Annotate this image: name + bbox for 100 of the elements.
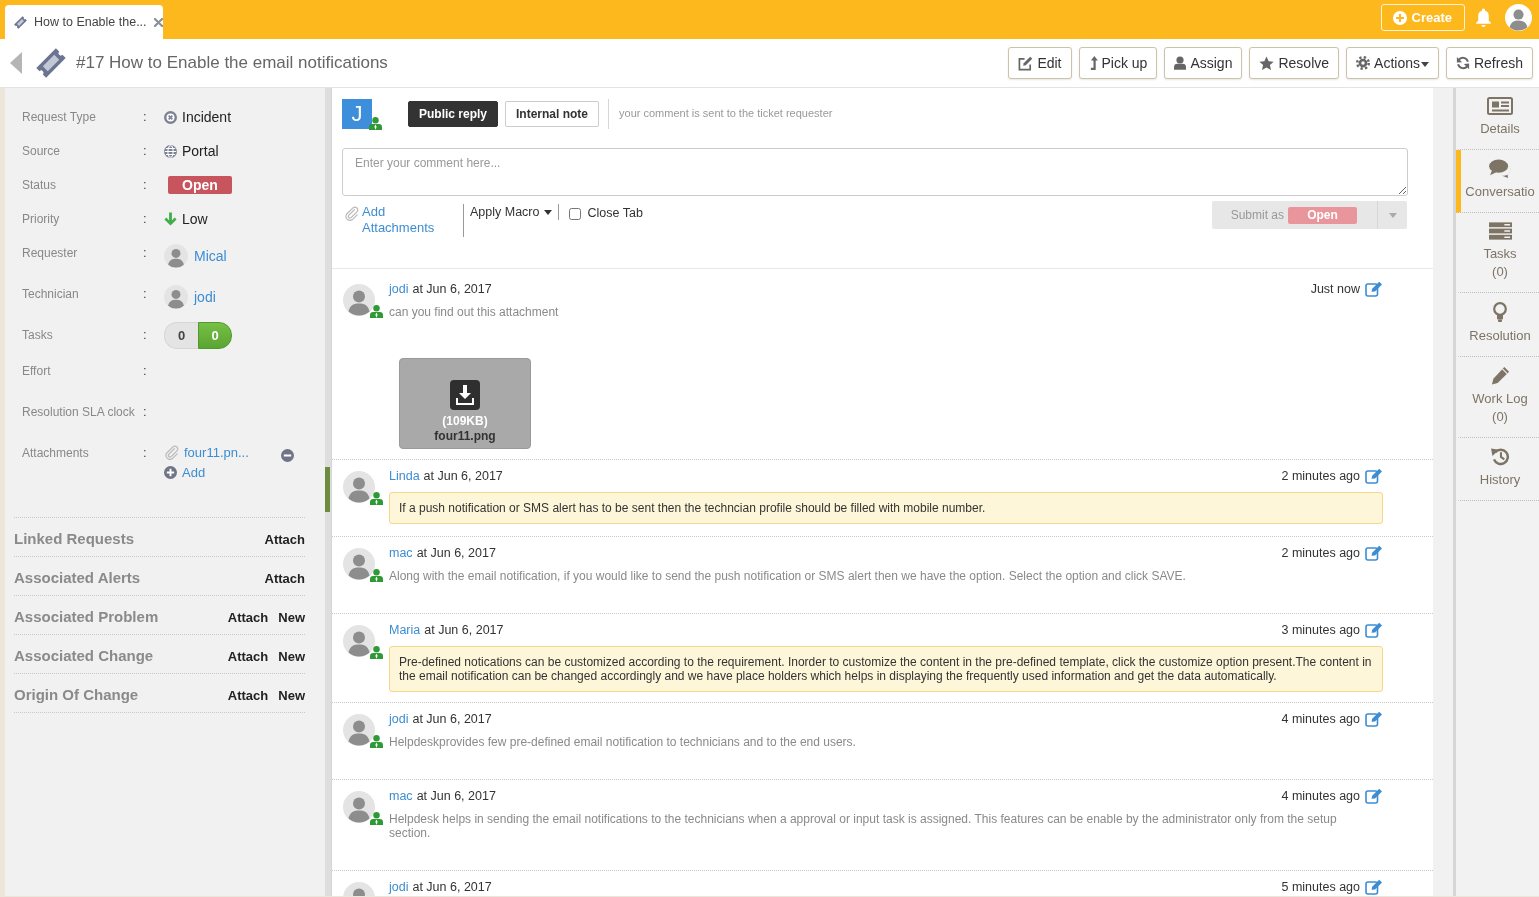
pencil-icon bbox=[1490, 366, 1510, 385]
author-link[interactable]: jodi bbox=[389, 281, 409, 297]
field-separator: : bbox=[143, 362, 148, 380]
comment-text: can you find out this attachment bbox=[389, 305, 560, 321]
pick-up-button[interactable]: Pick up bbox=[1078, 47, 1158, 79]
conversation-tab[interactable]: Conversatio bbox=[1456, 150, 1539, 213]
details-tab[interactable]: Details bbox=[1456, 88, 1539, 150]
user-badge-icon bbox=[369, 117, 382, 130]
reply-mode-tab[interactable]: Internal note bbox=[505, 101, 600, 127]
task-count[interactable]: 0 bbox=[198, 322, 232, 349]
field-separator: : bbox=[143, 285, 148, 303]
action-link[interactable]: New bbox=[278, 649, 305, 665]
assign-button[interactable]: Assign bbox=[1164, 47, 1243, 79]
refresh-button[interactable]: Refresh bbox=[1445, 47, 1533, 79]
down-arrow-icon bbox=[164, 212, 177, 226]
add-link[interactable]: Add bbox=[182, 465, 206, 481]
plus-circle-icon bbox=[1392, 10, 1407, 25]
field-separator: : bbox=[143, 210, 148, 228]
edit-icon[interactable] bbox=[1365, 622, 1383, 638]
scrollbar-thumb[interactable] bbox=[325, 467, 330, 512]
user-icon bbox=[1174, 56, 1187, 70]
field-value: Low bbox=[182, 210, 208, 229]
author-link[interactable]: jodi bbox=[389, 711, 409, 727]
resolution-tab[interactable]: Resolution bbox=[1456, 293, 1539, 357]
action-link[interactable]: Attach bbox=[227, 649, 269, 665]
action-link[interactable]: New bbox=[278, 688, 305, 704]
edit-icon[interactable] bbox=[1365, 879, 1383, 895]
close-tab-checkbox[interactable] bbox=[569, 208, 582, 220]
action-link[interactable]: New bbox=[278, 610, 305, 626]
comment-time: 5 minutes ago bbox=[1281, 879, 1360, 895]
ticket-icon bbox=[14, 15, 27, 29]
edit-icon[interactable] bbox=[1365, 468, 1383, 484]
avatar-icon bbox=[343, 714, 375, 746]
comment-field[interactable]: Enter your comment here... bbox=[342, 148, 1408, 196]
avatar-icon[interactable] bbox=[1505, 3, 1532, 31]
apply-macro-dropdown[interactable]: Apply Macro bbox=[470, 205, 553, 220]
user-badge-icon bbox=[370, 305, 383, 318]
task-count[interactable]: 0 bbox=[164, 322, 198, 349]
section-title: Linked Requests bbox=[14, 529, 136, 549]
field-label: Tasks bbox=[21, 327, 54, 344]
edit-icon[interactable] bbox=[1365, 788, 1383, 804]
file-size: (109KB) bbox=[442, 414, 488, 428]
actions-button[interactable]: Actions bbox=[1346, 47, 1439, 79]
comment-time: 3 minutes ago bbox=[1281, 622, 1360, 638]
comment-time: 2 minutes ago bbox=[1281, 468, 1360, 484]
tasks-tab[interactable]: Tasks (0) bbox=[1456, 213, 1539, 293]
chat-bubbles-icon bbox=[1488, 159, 1512, 178]
comment-date: at Jun 6, 2017 bbox=[412, 281, 492, 297]
comment-date: at Jun 6, 2017 bbox=[416, 545, 496, 561]
author-link[interactable]: Linda bbox=[389, 468, 420, 484]
action-link[interactable]: Attach bbox=[264, 532, 305, 548]
submit-options-toggle[interactable] bbox=[1377, 201, 1407, 229]
reply-mode-tab[interactable]: Public reply bbox=[408, 101, 499, 127]
user-badge-icon bbox=[370, 646, 383, 659]
highlighted-note: If a push notification or SMS alert has to be sent then the techncian profile should be filled with mobile number. bbox=[389, 492, 1383, 524]
edit-icon[interactable] bbox=[1365, 281, 1383, 297]
comment-time: 4 minutes ago bbox=[1281, 788, 1360, 804]
user-link[interactable]: jodi bbox=[194, 287, 216, 307]
resolve-button[interactable]: Resolve bbox=[1249, 47, 1340, 79]
field-label: Requester bbox=[21, 245, 79, 262]
action-link[interactable]: Attach bbox=[264, 571, 305, 587]
add-attachments-link[interactable]: Add Attachments bbox=[362, 204, 444, 236]
edit-icon[interactable] bbox=[1365, 711, 1383, 727]
comment-date: at Jun 6, 2017 bbox=[412, 879, 492, 895]
lightbulb-icon bbox=[1493, 302, 1507, 322]
field-value: Incident bbox=[182, 108, 232, 127]
edit-icon[interactable] bbox=[1365, 545, 1383, 561]
field-separator: : bbox=[143, 444, 148, 462]
comment-text: Along with the email notification, if you would like to send the push notification or SMS alert then we have the option. Select the option and click SAVE. bbox=[389, 569, 1187, 585]
avatar-icon bbox=[343, 791, 375, 823]
action-link[interactable]: Attach bbox=[227, 610, 269, 626]
author-link[interactable]: Maria bbox=[389, 622, 421, 638]
plus-circle-icon[interactable] bbox=[164, 466, 177, 480]
comment-text: Helpdeskprovides few pre-defined email notification to technicians and to the end users. bbox=[389, 735, 857, 751]
work-log-tab[interactable]: Work Log (0) bbox=[1456, 357, 1539, 438]
field-label: Source bbox=[21, 143, 62, 160]
author-link[interactable]: mac bbox=[389, 788, 413, 804]
download-icon[interactable] bbox=[450, 380, 480, 410]
action-link[interactable]: Attach bbox=[227, 688, 269, 704]
list-icon bbox=[1488, 222, 1512, 240]
comment-date: at Jun 6, 2017 bbox=[424, 622, 504, 638]
newspaper-icon bbox=[1487, 97, 1513, 115]
section-title: Origin Of Change bbox=[14, 685, 140, 705]
close-tab-label: Close Tab bbox=[587, 206, 643, 221]
field-label: Request Type bbox=[21, 109, 97, 126]
gear-icon bbox=[1356, 56, 1371, 70]
history-tab[interactable]: History bbox=[1456, 438, 1539, 501]
user-link[interactable]: Mical bbox=[194, 246, 227, 266]
comment-time: 2 minutes ago bbox=[1281, 545, 1360, 561]
back-arrow-icon[interactable] bbox=[10, 52, 22, 74]
file-link[interactable]: four11.pn... bbox=[184, 444, 249, 461]
attachment-thumbnail[interactable]: (109KB) four11.png bbox=[399, 358, 531, 449]
section-title: Associated Problem bbox=[14, 607, 160, 627]
ticket-tab[interactable]: How to Enable the... bbox=[5, 5, 163, 39]
edit-button[interactable]: Edit bbox=[1008, 47, 1072, 79]
author-link[interactable]: mac bbox=[389, 545, 413, 561]
field-label: Priority bbox=[21, 211, 61, 228]
author-link[interactable]: jodi bbox=[389, 879, 409, 895]
remove-icon[interactable] bbox=[281, 449, 294, 462]
close-icon[interactable] bbox=[153, 17, 163, 27]
